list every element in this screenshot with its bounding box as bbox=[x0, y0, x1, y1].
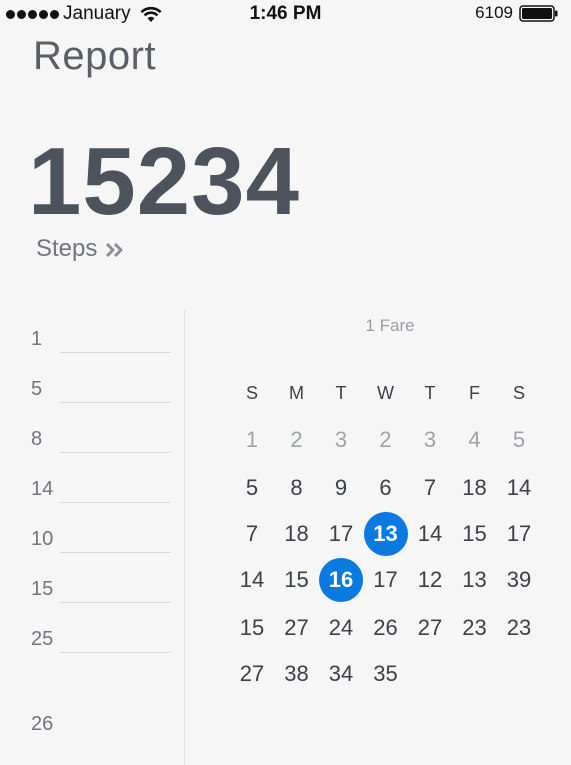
list-item[interactable]: 25 bbox=[0, 620, 184, 660]
calendar-day[interactable]: 26 bbox=[364, 606, 408, 650]
status-bar: January 1:46 PM 6109 bbox=[0, 0, 571, 26]
calendar-day[interactable]: 27 bbox=[408, 606, 452, 650]
calendar-day[interactable]: 23 bbox=[497, 606, 541, 650]
double-chevron-right-icon bbox=[106, 242, 123, 258]
calendar-day[interactable]: 18 bbox=[275, 512, 319, 556]
weekday-label: S bbox=[512, 383, 525, 403]
calendar-day[interactable]: 27 bbox=[275, 606, 319, 650]
steps-link[interactable]: Steps bbox=[36, 235, 127, 263]
calendar-day[interactable]: 14 bbox=[408, 512, 452, 556]
calendar-header: 1 Fare bbox=[365, 316, 415, 335]
calendar-day[interactable]: 15 bbox=[275, 558, 319, 602]
calendar-day-selected[interactable]: 16 bbox=[319, 558, 363, 602]
calendar-day[interactable]: 17 bbox=[364, 558, 408, 602]
list-item[interactable]: 8 bbox=[0, 420, 184, 460]
battery-icon bbox=[519, 4, 558, 22]
calendar-day-selected[interactable]: 13 bbox=[363, 512, 408, 556]
list-divider bbox=[60, 402, 170, 403]
calendar-day[interactable]: 17 bbox=[497, 512, 541, 556]
calendar-day[interactable]: 2 bbox=[275, 418, 319, 462]
list-item-value: 14 bbox=[31, 478, 54, 500]
list-item-value: 10 bbox=[31, 528, 54, 550]
calendar-day[interactable]: 23 bbox=[453, 606, 497, 650]
calendar-day[interactable]: 5 bbox=[230, 466, 274, 510]
list-divider bbox=[60, 652, 170, 653]
calendar-day[interactable]: 18 bbox=[453, 466, 497, 510]
calendar-day[interactable]: 27 bbox=[230, 652, 274, 696]
list-item[interactable]: 5 bbox=[0, 370, 184, 410]
calendar-day[interactable]: 2 bbox=[364, 418, 408, 462]
list-item[interactable]: 1 bbox=[0, 320, 184, 360]
list-item[interactable]: 14 bbox=[0, 470, 184, 510]
calendar-day[interactable]: 7 bbox=[230, 512, 274, 556]
weekday-label: W bbox=[377, 383, 394, 403]
calendar-day[interactable]: 34 bbox=[319, 652, 363, 696]
calendar-day[interactable]: 12 bbox=[408, 558, 452, 602]
calendar-day[interactable]: 14 bbox=[497, 466, 541, 510]
calendar-day[interactable]: 35 bbox=[364, 652, 408, 696]
list-item[interactable]: 15 bbox=[0, 570, 184, 610]
list-item-value: 5 bbox=[31, 378, 43, 400]
calendar-day[interactable]: 39 bbox=[497, 558, 541, 602]
list-divider bbox=[60, 352, 170, 353]
calendar-day[interactable]: 4 bbox=[453, 418, 497, 462]
calendar-day[interactable]: 13 bbox=[453, 558, 497, 602]
page-title: Report bbox=[33, 34, 157, 78]
calendar-day[interactable]: 5 bbox=[497, 418, 541, 462]
list-divider bbox=[60, 452, 170, 453]
list-item-value: 15 bbox=[31, 578, 54, 600]
list-item-value: 26 bbox=[31, 713, 54, 735]
list-divider bbox=[60, 552, 170, 553]
weekday-label: M bbox=[289, 383, 304, 403]
calendar-day[interactable]: 38 bbox=[275, 652, 319, 696]
weekday-label: T bbox=[424, 383, 436, 403]
calendar-day[interactable]: 9 bbox=[319, 466, 363, 510]
calendar-day[interactable]: 8 bbox=[275, 466, 319, 510]
calendar-day[interactable]: 24 bbox=[319, 606, 363, 650]
steps-label: Steps bbox=[36, 235, 98, 262]
list-item-value: 8 bbox=[31, 428, 43, 450]
calendar-day[interactable]: 17 bbox=[319, 512, 363, 556]
steps-count: 15234 bbox=[28, 128, 300, 235]
calendar-day[interactable]: 6 bbox=[364, 466, 408, 510]
calendar-day[interactable]: 14 bbox=[230, 558, 274, 602]
calendar-day[interactable]: 3 bbox=[319, 418, 363, 462]
list-item[interactable]: 10 bbox=[0, 520, 184, 560]
calendar-day[interactable]: 7 bbox=[408, 466, 452, 510]
calendar-day[interactable]: 15 bbox=[453, 512, 497, 556]
status-right: 6109 bbox=[475, 3, 559, 23]
list-item-value: 1 bbox=[31, 328, 43, 350]
list-item-value: 25 bbox=[31, 628, 54, 650]
column-divider bbox=[184, 310, 185, 765]
list-divider bbox=[60, 602, 170, 603]
weekday-label: F bbox=[469, 383, 480, 403]
calendar-day[interactable]: 15 bbox=[230, 606, 274, 650]
calendar-day[interactable]: 1 bbox=[230, 418, 274, 462]
calendar-day[interactable]: 3 bbox=[408, 418, 452, 462]
battery-level: 6109 bbox=[475, 3, 513, 22]
list-item[interactable]: 26 bbox=[0, 705, 184, 745]
weekday-label: T bbox=[335, 383, 347, 403]
list-divider bbox=[60, 502, 170, 503]
weekday-label: S bbox=[245, 383, 258, 403]
